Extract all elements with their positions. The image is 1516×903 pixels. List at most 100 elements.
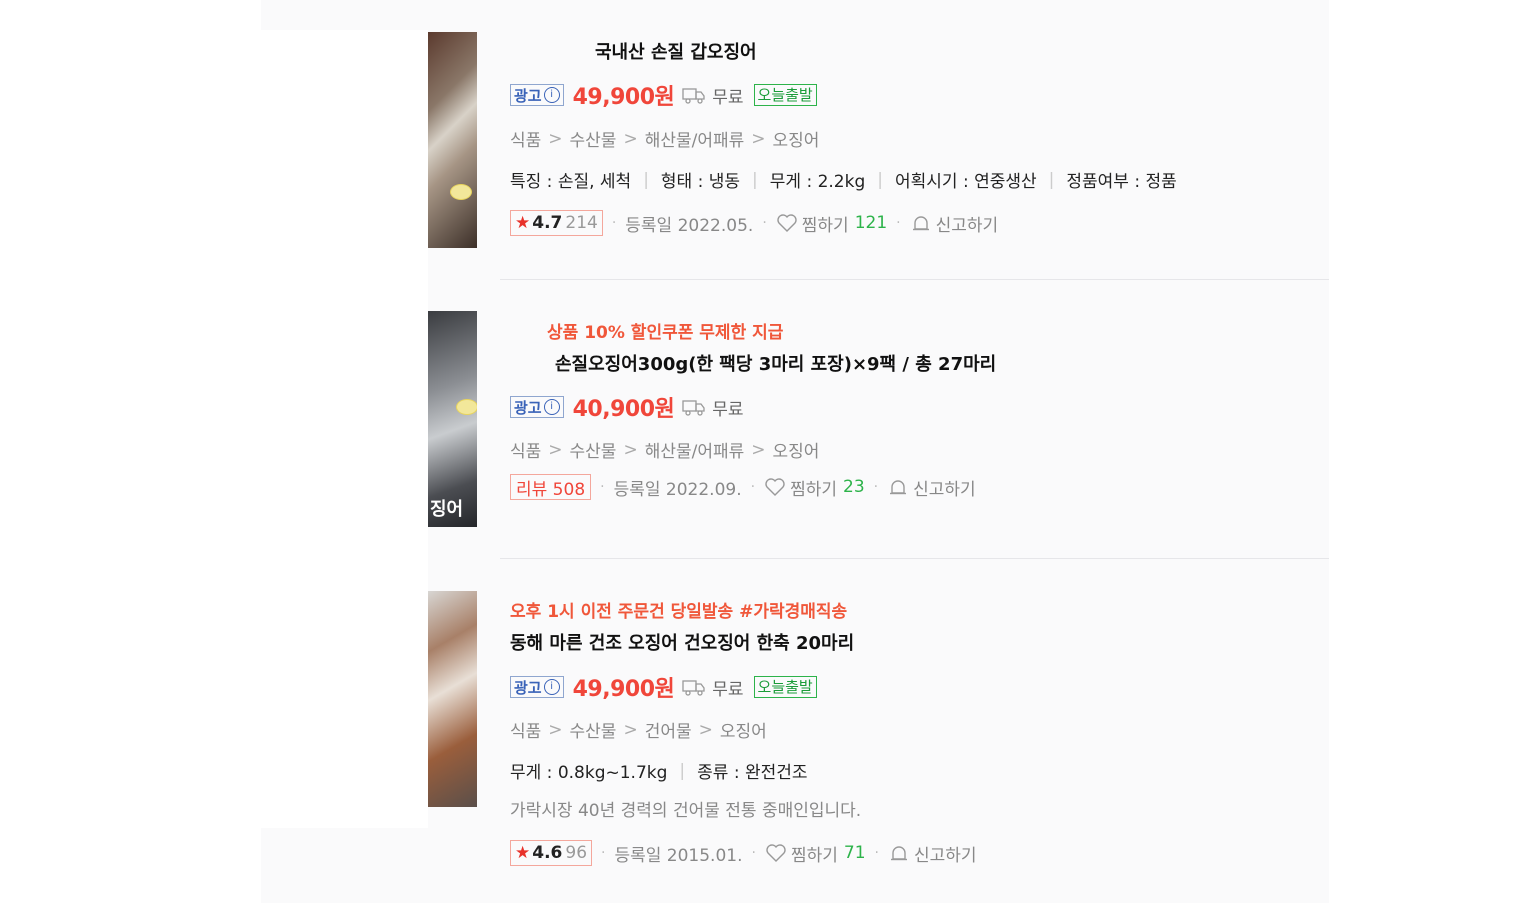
separator-dot: · (873, 479, 879, 495)
separator-dot: · (874, 845, 879, 861)
review-badge[interactable]: 리뷰 508 (510, 474, 592, 500)
wish-count: 71 (843, 843, 866, 863)
chevron-right-icon: > (698, 719, 713, 740)
product-title[interactable]: 손질오징어300g(한 팩당 3마리 포장)×9팩 / 총 27마리 (555, 350, 996, 376)
bell-report-icon[interactable] (888, 842, 910, 864)
ad-badge[interactable]: 광고 i (510, 84, 564, 106)
spec-text: 형태 : 냉동 (660, 172, 741, 192)
wish-button[interactable]: 찜하기 (790, 475, 837, 500)
star-icon: ★ (515, 213, 531, 233)
star-icon: ★ (515, 843, 531, 863)
meta-row: ★ 4.6 96 · 등록일 2015.01. · 찜하기 71 · 신고하기 (510, 840, 977, 866)
divider: | (679, 760, 686, 781)
info-icon: i (543, 399, 560, 415)
chevron-right-icon: > (751, 128, 766, 149)
price: 49,900원 (572, 85, 675, 110)
rating-count: 214 (565, 213, 598, 233)
chevron-right-icon: > (548, 719, 563, 740)
spec-text: 무게 : 2.2kg (769, 172, 866, 192)
separator-dot: · (751, 845, 756, 861)
wish-button[interactable]: 찜하기 (791, 841, 838, 866)
spec-text: 특징 : 손질, 세척 (510, 172, 632, 192)
breadcrumb: 식품 > 수산물 > 해산물/어패류 > 오징어 (510, 437, 820, 463)
product-thumbnail-3[interactable] (428, 591, 477, 807)
ad-badge[interactable]: 광고 i (510, 676, 564, 698)
product-title[interactable]: 동해 마른 건조 오징어 건오징어 한축 20마리 (510, 629, 854, 655)
heart-icon[interactable] (764, 476, 786, 498)
spec-text: 어획시기 : 연중생산 (895, 172, 1037, 192)
truck-icon (682, 88, 705, 104)
category-link[interactable]: 식품 (510, 437, 541, 462)
wish-button[interactable]: 찜하기 (802, 211, 849, 236)
shipping-fee: 무료 (712, 399, 744, 420)
seller-description: 가락시장 40년 경력의 건어물 전통 중매인입니다. (510, 801, 862, 821)
left-column (261, 30, 428, 828)
category-link[interactable]: 수산물 (570, 717, 617, 742)
spec-row: 특징 : 손질, 세척 | 형태 : 냉동 | 무게 : 2.2kg | 어획시기 :… (510, 167, 1177, 193)
category-link[interactable]: 수산물 (570, 437, 617, 462)
heart-icon[interactable] (776, 212, 798, 234)
category-link[interactable]: 수산물 (570, 126, 617, 151)
separator-dot: · (611, 215, 617, 231)
spec-row: 무게 : 0.8kg~1.7kg | 종류 : 완전건조 (510, 758, 808, 784)
separator-dot: · (601, 845, 606, 861)
category-link[interactable]: 오징어 (773, 126, 820, 151)
today-ship-badge: 오늘출발 (753, 84, 817, 106)
separator-dot: · (762, 215, 767, 231)
category-link[interactable]: 해산물/어패류 (645, 437, 745, 462)
report-button[interactable]: 신고하기 (913, 475, 976, 500)
rating-badge[interactable]: ★ 4.7 214 (510, 210, 603, 236)
wish-count: 121 (854, 213, 888, 233)
price: 40,900원 (572, 397, 675, 422)
truck-icon (682, 680, 705, 696)
chevron-right-icon: > (548, 439, 563, 460)
price-row: 광고 i 49,900원 무료 오늘출발 (510, 671, 817, 703)
lemon-decoration (450, 184, 472, 200)
bell-report-icon[interactable] (887, 476, 909, 498)
divider: | (752, 169, 758, 190)
ad-badge[interactable]: 광고 i (510, 396, 564, 418)
meta-row: ★ 4.7 214 · 등록일 2022.05. · 찜하기 121 · 신고하… (510, 210, 998, 236)
rating-badge[interactable]: ★ 4.6 96 (510, 840, 593, 866)
bell-report-icon[interactable] (910, 212, 932, 234)
product-thumbnail-1[interactable] (428, 32, 477, 248)
price-row: 광고 i 49,900원 무료 오늘출발 (510, 79, 817, 111)
info-icon: i (543, 87, 560, 103)
category-link[interactable]: 건어물 (645, 717, 692, 742)
wish-count: 23 (843, 477, 865, 497)
category-link[interactable]: 식품 (510, 126, 541, 151)
category-link[interactable]: 해산물/어패류 (645, 126, 745, 151)
chevron-right-icon: > (751, 439, 766, 460)
item-divider (500, 279, 1329, 280)
ad-label: 광고 (514, 86, 542, 105)
report-button[interactable]: 신고하기 (936, 211, 999, 236)
category-link[interactable]: 오징어 (773, 437, 820, 462)
promo-text: 오후 1시 이전 주문건 당일발송 #가락경매직송 (510, 602, 848, 622)
promo-text: 상품 10% 할인쿠폰 무제한 지급 (547, 323, 784, 343)
category-link[interactable]: 식품 (510, 717, 541, 742)
separator-dot: · (896, 215, 901, 231)
meta-row: 리뷰 508 · 등록일 2022.09. · 찜하기 23 · 신고하기 (510, 474, 976, 500)
item-divider (500, 558, 1329, 559)
spec-text: 정품여부 : 정품 (1066, 172, 1177, 192)
product-title[interactable]: 국내산 손질 갑오징어 (595, 38, 757, 64)
heart-icon[interactable] (765, 842, 787, 864)
product-thumbnail-2[interactable]: 징어 (428, 311, 477, 527)
divider: | (643, 169, 649, 190)
breadcrumb: 식품 > 수산물 > 건어물 > 오징어 (510, 717, 767, 743)
breadcrumb: 식품 > 수산물 > 해산물/어패류 > 오징어 (510, 126, 820, 152)
chevron-right-icon: > (548, 128, 563, 149)
separator-dot: · (600, 479, 605, 495)
lemon-decoration (456, 399, 477, 415)
chevron-right-icon: > (623, 719, 638, 740)
spec-text: 무게 : 0.8kg~1.7kg (510, 763, 668, 783)
ad-label: 광고 (514, 398, 542, 417)
ad-label: 광고 (514, 678, 542, 697)
chevron-right-icon: > (623, 439, 638, 460)
report-button[interactable]: 신고하기 (914, 841, 977, 866)
separator-dot: · (750, 479, 756, 495)
registered-date: 등록일 2022.09. (613, 479, 742, 500)
category-link[interactable]: 오징어 (720, 717, 767, 742)
truck-icon (682, 400, 705, 416)
price-row: 광고 i 40,900원 무료 (510, 391, 744, 423)
